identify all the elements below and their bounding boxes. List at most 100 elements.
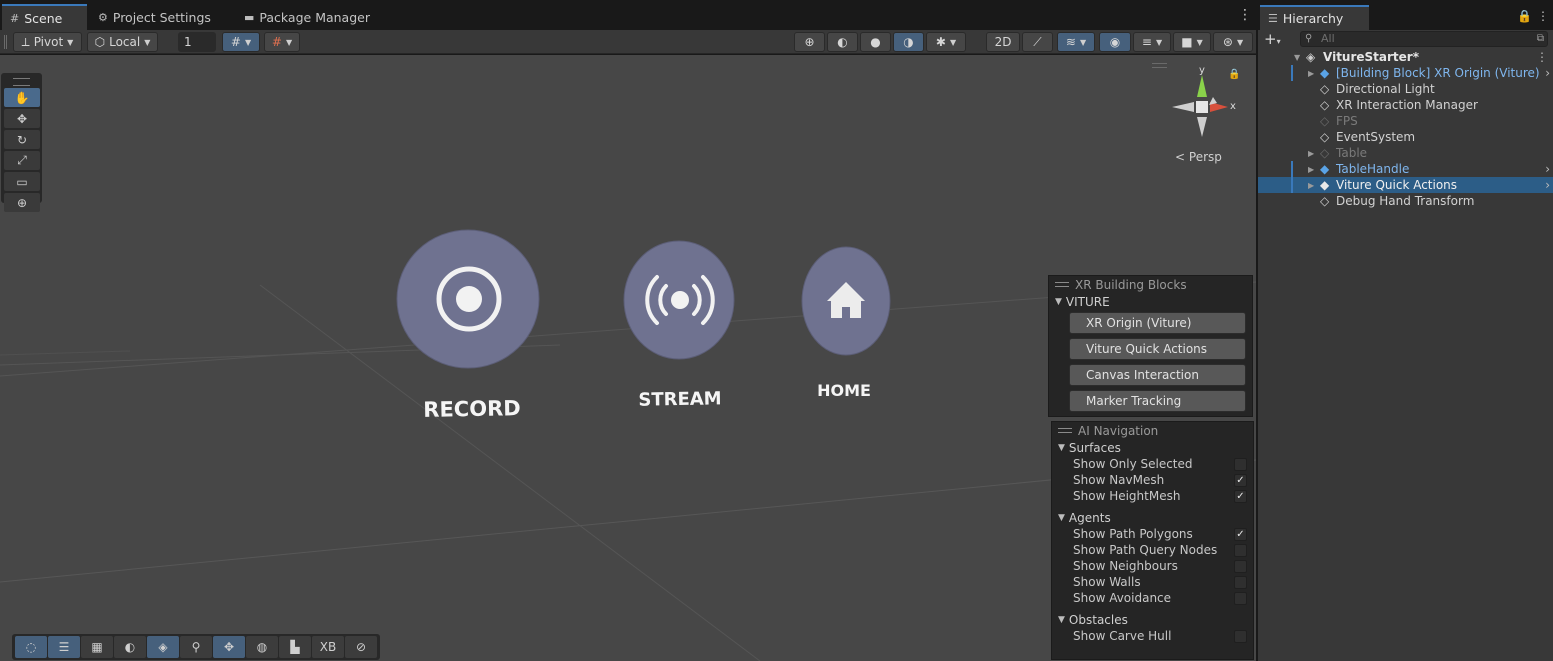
marker-tracking-button[interactable]: Marker Tracking — [1069, 390, 1246, 412]
tab-project-settings[interactable]: ⚙ Project Settings — [90, 4, 219, 30]
move-tool-button[interactable]: ✥ — [4, 109, 40, 128]
local-dropdown[interactable]: ⬡ Local ▼ — [87, 32, 158, 52]
add-button[interactable]: +▾ — [1264, 30, 1281, 48]
palette-grip[interactable] — [13, 78, 30, 86]
visibility-button[interactable]: ◉ — [1099, 32, 1131, 52]
hierarchy-item[interactable]: ◇ FPS — [1258, 113, 1553, 129]
hierarchy-item-label: Debug Hand Transform — [1336, 194, 1475, 208]
xr-origin-button[interactable]: XR Origin (Viture) — [1069, 312, 1246, 334]
layers-button[interactable]: ≋ ▼ — [1057, 32, 1095, 52]
lock-icon[interactable]: 🔒 — [1517, 9, 1532, 23]
toggle-checkbox[interactable] — [1234, 559, 1247, 573]
record-disc[interactable] — [395, 228, 541, 370]
toggle-checkbox[interactable] — [1234, 629, 1247, 643]
hierarchy-item[interactable]: ▶ ◆ TableHandle › — [1258, 161, 1553, 177]
open-prefab-icon[interactable]: › — [1545, 178, 1550, 192]
toggle-checkbox[interactable]: ✓ — [1234, 473, 1247, 487]
toggle-checkbox[interactable]: ✓ — [1234, 489, 1247, 503]
gameobject-icon: ◇ — [1320, 82, 1330, 96]
grid-snap-button[interactable]: # ▼ — [222, 32, 260, 52]
scene-viewport[interactable]: ✋ ✥ ↻ ⤢ ▭ ⊕ RECORD STREAM HOME 🔒 y x < P… — [0, 55, 1256, 661]
hierarchy-item[interactable]: ▶ ◇ Table — [1258, 145, 1553, 161]
xb-button[interactable]: XB — [312, 636, 344, 658]
expand-arrow-icon[interactable]: ▶ — [1308, 69, 1314, 78]
viture-quick-actions-button[interactable]: Viture Quick Actions — [1069, 338, 1246, 360]
lit-button[interactable]: ◑ — [893, 32, 924, 52]
navmesh-button[interactable]: ◈ — [147, 636, 179, 658]
view-options-button[interactable]: ◌ — [15, 636, 47, 658]
expand-arrow-icon[interactable]: ▶ — [1308, 149, 1314, 158]
hierarchy-item[interactable]: ◇ EventSystem — [1258, 129, 1553, 145]
search-options-icon[interactable]: ⧉ — [1537, 32, 1544, 46]
neg-x-axis-cone[interactable] — [1172, 102, 1194, 112]
hierarchy-item[interactable]: ◇ XR Interaction Manager — [1258, 97, 1553, 113]
gizmo-layers-button[interactable]: ≡ ▼ — [1133, 32, 1171, 52]
tab-hierarchy[interactable]: ☰ Hierarchy — [1260, 5, 1369, 30]
audio-button[interactable]: ◍ — [246, 636, 278, 658]
center-cube[interactable] — [1196, 101, 1208, 113]
orientation-gizmo[interactable]: y x — [1162, 65, 1242, 145]
stream-disc[interactable] — [622, 239, 736, 361]
shaded-button[interactable]: ● — [860, 32, 891, 52]
hierarchy-item[interactable]: ◇ Directional Light — [1258, 81, 1553, 97]
tab-package-manager[interactable]: ▬ Package Manager — [236, 4, 378, 30]
overlay-header[interactable]: XR Building Blocks — [1049, 276, 1252, 293]
transform-button[interactable]: ✥ — [213, 636, 245, 658]
shading-mode-button[interactable]: ◐ — [827, 32, 858, 52]
hierarchy-menu-icon[interactable]: ⋮ — [1537, 9, 1549, 23]
scene-menu-icon[interactable]: ⋮ — [1536, 50, 1548, 64]
shading-button[interactable]: ◐ — [114, 636, 146, 658]
settings-button[interactable]: ☰ — [48, 636, 80, 658]
hierarchy-item[interactable]: ◇ Debug Hand Transform — [1258, 193, 1553, 209]
chevron-down-icon: ▼ — [1155, 37, 1163, 47]
toggle-checkbox[interactable] — [1234, 543, 1247, 557]
gizmos-button[interactable]: ⊛ ▼ — [1213, 32, 1253, 52]
rotate-tool-button[interactable]: ↻ — [4, 130, 40, 149]
hand-tool-button[interactable]: ✋ — [4, 88, 40, 107]
persp-toggle[interactable]: < Persp — [1175, 150, 1222, 164]
y-axis-cone[interactable] — [1197, 75, 1207, 97]
debug-button[interactable]: ✱ ▼ — [926, 32, 966, 52]
expand-arrow-icon[interactable]: ▶ — [1308, 181, 1314, 190]
grid-toggle-button[interactable]: ▦ — [81, 636, 113, 658]
2d-toggle-button[interactable]: 2D — [986, 32, 1020, 52]
hierarchy-item[interactable]: ▶ ◆ [Building Block] XR Origin (Viture) › — [1258, 65, 1553, 81]
hierarchy-item[interactable]: ▶ ◆ Viture Quick Actions › — [1258, 177, 1553, 193]
viture-group-header[interactable]: ▼ VITURE — [1049, 293, 1252, 310]
toggle-checkbox[interactable] — [1234, 457, 1247, 471]
section-header-agents[interactable]: ▼ Agents — [1052, 509, 1253, 526]
section-header-surfaces[interactable]: ▼ Surfaces — [1052, 439, 1253, 456]
expand-arrow-icon[interactable]: ▼ — [1294, 53, 1300, 62]
toggle-checkbox[interactable] — [1234, 591, 1247, 605]
search-button[interactable]: ⚲ — [180, 636, 212, 658]
toggle-checkbox[interactable]: ✓ — [1234, 527, 1247, 541]
toggle-checkbox[interactable] — [1234, 575, 1247, 589]
lighting-toggle-button[interactable]: ⟋ — [1022, 32, 1053, 52]
probuilder-button[interactable]: ▙ — [279, 636, 311, 658]
drag-handle-icon — [1058, 428, 1072, 433]
tab-scene[interactable]: # Scene — [2, 4, 87, 30]
grid-size-input[interactable]: 1 — [178, 32, 216, 52]
increment-snap-button[interactable]: # ▼ — [264, 32, 300, 52]
overlay-grip[interactable] — [1152, 63, 1167, 68]
transform-tool-button[interactable]: ⊕ — [4, 193, 40, 212]
pivot-icon: ⟂ — [21, 34, 30, 49]
scale-tool-button[interactable]: ⤢ — [4, 151, 40, 170]
home-disc[interactable] — [800, 245, 892, 357]
open-prefab-icon[interactable]: › — [1545, 66, 1550, 80]
scene-root-row[interactable]: ▼ ◈ VitureStarter* ⋮ — [1258, 49, 1553, 65]
overlay-header[interactable]: AI Navigation — [1052, 422, 1253, 439]
neg-y-axis-cone[interactable] — [1197, 117, 1207, 137]
compass-button[interactable]: ⊘ — [345, 636, 377, 658]
pivot-dropdown[interactable]: ⟂ Pivot ▼ — [13, 32, 82, 52]
section-header-obstacles[interactable]: ▼ Obstacles — [1052, 611, 1253, 628]
rect-tool-button[interactable]: ▭ — [4, 172, 40, 191]
toolbar-grip[interactable] — [4, 35, 7, 49]
open-prefab-icon[interactable]: › — [1545, 162, 1550, 176]
hierarchy-search-input[interactable]: ⚲ All ⧉ — [1300, 31, 1548, 47]
canvas-interaction-button[interactable]: Canvas Interaction — [1069, 364, 1246, 386]
expand-arrow-icon[interactable]: ▶ — [1308, 165, 1314, 174]
camera-button[interactable]: ■ ▼ — [1173, 32, 1211, 52]
draw-mode-button[interactable]: ⊕ — [794, 32, 825, 52]
scene-menu-icon[interactable]: ⋮ — [1238, 8, 1252, 22]
